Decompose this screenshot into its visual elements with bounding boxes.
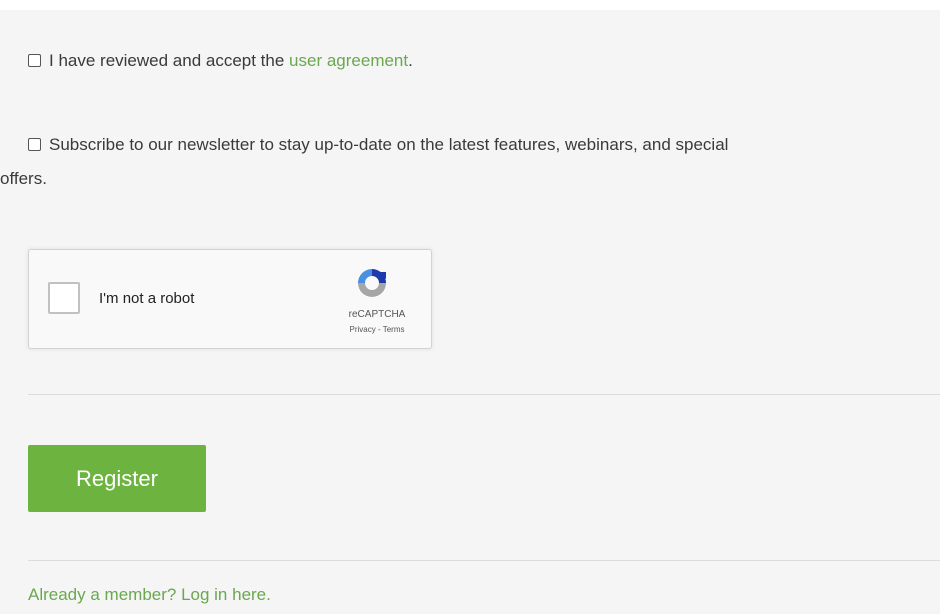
newsletter-text-line2: offers. xyxy=(0,169,47,188)
recaptcha-logo-icon xyxy=(358,269,386,297)
terms-checkbox-row: I have reviewed and accept the user agre… xyxy=(28,44,413,78)
newsletter-checkbox-row: Subscribe to our newsletter to stay up-t… xyxy=(0,128,928,196)
recaptcha-link-separator: - xyxy=(375,325,383,334)
recaptcha-checkbox[interactable] xyxy=(48,282,80,314)
terms-suffix: . xyxy=(408,51,413,70)
terms-checkbox[interactable] xyxy=(28,54,41,67)
terms-text: I have reviewed and accept the xyxy=(49,51,290,70)
recaptcha-label: I'm not a robot xyxy=(99,290,195,307)
newsletter-checkbox[interactable] xyxy=(28,138,41,151)
recaptcha-widget: I'm not a robot reCAPTCHA Privacy - Term… xyxy=(28,249,432,349)
divider xyxy=(28,560,940,561)
user-agreement-link[interactable]: user agreement xyxy=(289,51,408,70)
recaptcha-links: Privacy - Terms xyxy=(335,325,419,334)
newsletter-text-line1: Subscribe to our newsletter to stay up-t… xyxy=(49,135,729,154)
recaptcha-terms-link[interactable]: Terms xyxy=(383,325,405,334)
divider xyxy=(28,394,940,395)
recaptcha-privacy-link[interactable]: Privacy xyxy=(350,325,376,334)
login-link[interactable]: Already a member? Log in here. xyxy=(28,585,271,605)
registration-form-panel: I have reviewed and accept the user agre… xyxy=(0,10,940,614)
recaptcha-brand: reCAPTCHA xyxy=(348,309,406,320)
register-button[interactable]: Register xyxy=(28,445,206,512)
